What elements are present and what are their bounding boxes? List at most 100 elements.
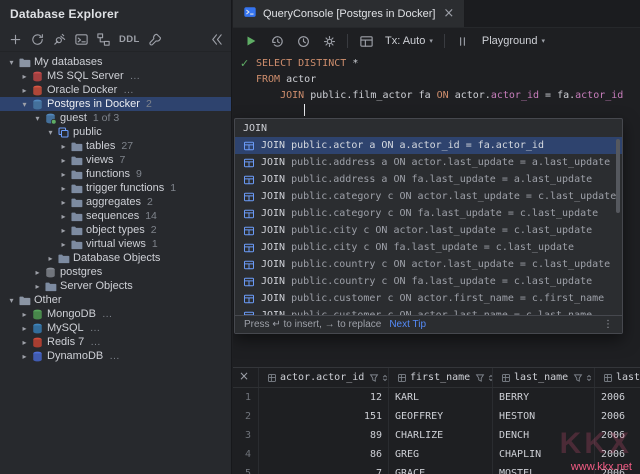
cell[interactable]: 151 bbox=[259, 407, 389, 426]
cell[interactable]: 2006 bbox=[595, 445, 640, 464]
tree-item-postgres-in-docker[interactable]: ▾ Postgres in Docker 2 bbox=[0, 97, 231, 111]
tree-item-public[interactable]: ▾ public bbox=[0, 125, 231, 139]
tree-item-aggregates[interactable]: ▸ aggregates 2 bbox=[0, 195, 231, 209]
chevron-right-icon[interactable]: ▸ bbox=[19, 352, 30, 361]
tree-item-virtual-views[interactable]: ▸ virtual views 1 bbox=[0, 237, 231, 251]
tree-item-views[interactable]: ▸ views 7 bbox=[0, 153, 231, 167]
column-header-first_name[interactable]: first_name bbox=[389, 368, 493, 387]
cell[interactable]: 2006 bbox=[595, 407, 640, 426]
cell[interactable]: 2006 bbox=[595, 464, 640, 474]
chevron-right-icon[interactable]: ▸ bbox=[58, 212, 69, 221]
tree-item-oracle-docker[interactable]: ▸ Oracle Docker… bbox=[0, 83, 231, 97]
chevron-right-icon[interactable]: ▸ bbox=[58, 198, 69, 207]
tree-item-server-objects[interactable]: ▸ Server Objects bbox=[0, 279, 231, 293]
chevron-right-icon[interactable]: ▸ bbox=[32, 282, 43, 291]
row-number[interactable]: 2 bbox=[233, 407, 259, 426]
table-row[interactable]: 4 86 GREG CHAPLIN 2006 bbox=[233, 445, 640, 464]
code-line-1[interactable]: SELECT DISTINCT * bbox=[256, 56, 640, 72]
completion-item[interactable]: JOIN public.country c ON fa.last_update … bbox=[235, 273, 622, 290]
more-options-icon[interactable]: ⋮ bbox=[603, 319, 613, 330]
filter-icon[interactable] bbox=[475, 373, 485, 383]
jump-to-console-button[interactable] bbox=[71, 29, 91, 49]
sort-icon[interactable] bbox=[585, 374, 593, 382]
diagram-button[interactable] bbox=[93, 29, 113, 49]
settings-button[interactable] bbox=[318, 31, 340, 51]
row-number[interactable]: 5 bbox=[233, 464, 259, 474]
close-results-icon[interactable]: × bbox=[238, 370, 250, 382]
filter-icon[interactable] bbox=[573, 373, 583, 383]
completion-item[interactable]: JOIN public.country c ON actor.last_upda… bbox=[235, 256, 622, 273]
tree-item-ms-sql-server[interactable]: ▸ MS SQL Server… bbox=[0, 69, 231, 83]
completion-item[interactable]: JOIN public.customer c ON actor.last_nam… bbox=[235, 307, 622, 315]
tab-close-icon[interactable]: × bbox=[443, 6, 454, 21]
chevron-right-icon[interactable]: ▸ bbox=[19, 310, 30, 319]
run-button[interactable] bbox=[240, 31, 262, 51]
disconnect-button[interactable] bbox=[49, 29, 69, 49]
rerun-history-button[interactable] bbox=[266, 31, 288, 51]
data-source-properties-button[interactable] bbox=[146, 29, 166, 49]
cell[interactable]: 2006 bbox=[595, 388, 640, 407]
chevron-right-icon[interactable]: ▸ bbox=[58, 184, 69, 193]
completion-item[interactable]: JOIN public.city c ON fa.last_update = c… bbox=[235, 239, 622, 256]
add-data-source-button[interactable] bbox=[5, 29, 25, 49]
completion-item[interactable]: JOIN public.category c ON actor.last_upd… bbox=[235, 188, 622, 205]
completion-item[interactable]: JOIN public.customer c ON actor.first_na… bbox=[235, 290, 622, 307]
chevron-right-icon[interactable]: ▸ bbox=[19, 324, 30, 333]
cell[interactable]: CHARLIZE bbox=[389, 426, 493, 445]
cell[interactable]: MOSTEL bbox=[493, 464, 595, 474]
chevron-right-icon[interactable]: ▸ bbox=[58, 226, 69, 235]
cell[interactable]: 7 bbox=[259, 464, 389, 474]
completion-item[interactable]: JOIN public.category c ON fa.last_update… bbox=[235, 205, 622, 222]
cell[interactable]: GRACE bbox=[389, 464, 493, 474]
completion-item[interactable]: JOIN public.actor a ON a.actor_id = fa.a… bbox=[235, 137, 622, 154]
tree-item-mongodb[interactable]: ▸ MongoDB… bbox=[0, 307, 231, 321]
playground-dropdown[interactable]: Playground ▾ bbox=[478, 31, 549, 51]
refresh-button[interactable] bbox=[27, 29, 47, 49]
tx-mode-dropdown[interactable]: Tx: Auto ▾ bbox=[381, 31, 437, 51]
execution-clock-button[interactable] bbox=[292, 31, 314, 51]
tree-item-dynamodb[interactable]: ▸ DynamoDB… bbox=[0, 349, 231, 363]
column-header-last_update[interactable]: last_update bbox=[595, 368, 640, 387]
tree-item-sequences[interactable]: ▸ sequences 14 bbox=[0, 209, 231, 223]
table-row[interactable]: 3 89 CHARLIZE DENCH 2006 bbox=[233, 426, 640, 445]
chevron-down-icon[interactable]: ▾ bbox=[6, 58, 17, 67]
pause-button[interactable] bbox=[452, 31, 474, 51]
chevron-right-icon[interactable]: ▸ bbox=[32, 268, 43, 277]
table-row[interactable]: 1 12 KARL BERRY 2006 bbox=[233, 388, 640, 407]
chevron-right-icon[interactable]: ▸ bbox=[19, 72, 30, 81]
cell[interactable]: HESTON bbox=[493, 407, 595, 426]
row-number[interactable]: 1 bbox=[233, 388, 259, 407]
chevron-down-icon[interactable]: ▾ bbox=[32, 114, 43, 123]
table-row[interactable]: 5 7 GRACE MOSTEL 2006 bbox=[233, 464, 640, 474]
completion-item[interactable]: JOIN bbox=[235, 120, 622, 137]
tree-item-other[interactable]: ▾ Other bbox=[0, 293, 231, 307]
chevron-right-icon[interactable]: ▸ bbox=[58, 240, 69, 249]
chevron-right-icon[interactable]: ▸ bbox=[58, 142, 69, 151]
chevron-right-icon[interactable]: ▸ bbox=[58, 156, 69, 165]
tab-query-console[interactable]: QueryConsole [Postgres in Docker] × bbox=[233, 0, 466, 27]
chevron-right-icon[interactable]: ▸ bbox=[45, 254, 56, 263]
tree-item-postgres[interactable]: ▸ postgres bbox=[0, 265, 231, 279]
column-header-actor-actor_id[interactable]: actor.actor_id bbox=[259, 368, 389, 387]
result-view-button[interactable] bbox=[355, 31, 377, 51]
tree-item-my-databases[interactable]: ▾ My databases bbox=[0, 55, 231, 69]
cell[interactable]: 86 bbox=[259, 445, 389, 464]
popup-scrollbar[interactable] bbox=[616, 139, 620, 213]
tree-item-trigger-functions[interactable]: ▸ trigger functions 1 bbox=[0, 181, 231, 195]
column-header-last_name[interactable]: last_name bbox=[493, 368, 595, 387]
chevron-down-icon[interactable]: ▾ bbox=[19, 100, 30, 109]
cell[interactable]: GEOFFREY bbox=[389, 407, 493, 426]
table-row[interactable]: 2 151 GEOFFREY HESTON 2006 bbox=[233, 407, 640, 426]
code-area[interactable]: SELECT DISTINCT * FROM actor JOIN public.… bbox=[233, 54, 640, 120]
next-tip-link[interactable]: Next Tip bbox=[389, 319, 426, 330]
cell[interactable]: DENCH bbox=[493, 426, 595, 445]
chevron-right-icon[interactable]: ▸ bbox=[58, 170, 69, 179]
tree-item-mysql[interactable]: ▸ MySQL… bbox=[0, 321, 231, 335]
chevron-right-icon[interactable]: ▸ bbox=[19, 338, 30, 347]
tree-item-object-types[interactable]: ▸ object types 2 bbox=[0, 223, 231, 237]
cell[interactable]: 12 bbox=[259, 388, 389, 407]
tree-item-tables[interactable]: ▸ tables 27 bbox=[0, 139, 231, 153]
code-line-2[interactable]: FROM actor bbox=[256, 72, 640, 88]
chevron-down-icon[interactable]: ▾ bbox=[6, 296, 17, 305]
tree-item-functions[interactable]: ▸ functions 9 bbox=[0, 167, 231, 181]
